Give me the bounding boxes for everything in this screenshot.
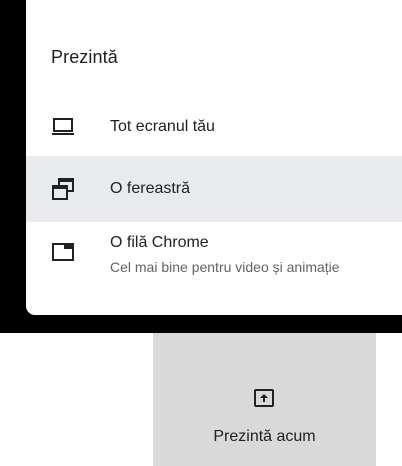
laptop-icon	[51, 114, 75, 138]
present-now-button[interactable]: Prezintă acum	[153, 333, 376, 466]
present-now-label: Prezintă acum	[213, 428, 316, 445]
window-icon	[51, 177, 75, 201]
tab-icon	[51, 240, 75, 264]
menu-item-label: Tot ecranul tău	[110, 118, 215, 135]
menu-item-label: O filă Chrome	[110, 234, 209, 251]
menu-title: Prezintă	[51, 47, 118, 67]
menu-item-label: O fereastră	[110, 180, 191, 197]
menu-item-entire-screen[interactable]: Tot ecranul tău	[26, 100, 402, 156]
menu-item-window[interactable]: O fereastră	[26, 156, 402, 222]
present-menu: Prezintă Tot ecranul tău O fereastră O f…	[26, 0, 402, 315]
menu-item-chrome-tab[interactable]: O filă Chrome Cel mai bine pentru video …	[26, 222, 402, 292]
meeting-screen: Prezintă Tot ecranul tău O fereastră O f…	[0, 0, 402, 466]
present-to-all-icon	[252, 386, 276, 410]
menu-item-sublabel: Cel mai bine pentru video și animație	[110, 259, 340, 275]
